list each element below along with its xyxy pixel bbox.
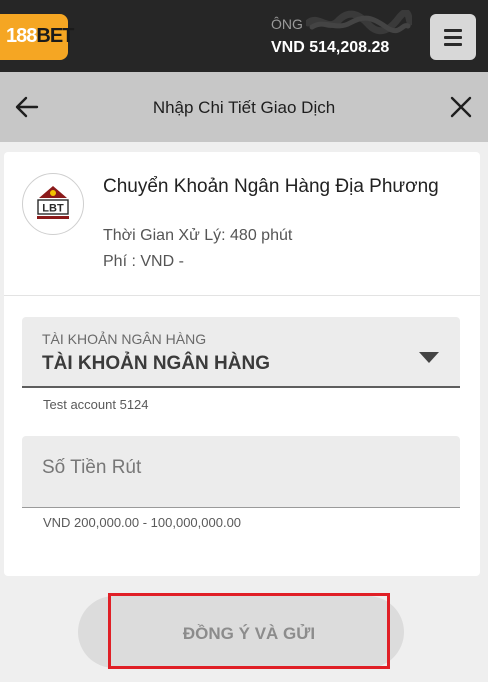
wallet-balance: VND 514,208.28 [271,39,390,56]
withdrawal-card: LBT Chuyển Khoản Ngân Hàng Địa Phương Th… [4,152,480,576]
hamburger-icon [444,29,462,32]
menu-button[interactable] [430,14,476,60]
bank-logo-graphic: LBT [37,186,69,219]
bank-logo-text: LBT [42,203,64,215]
brand-logo[interactable]: 188BET [0,14,74,60]
caret-down-icon[interactable] [418,350,440,364]
close-icon[interactable] [446,92,476,122]
processing-time: Thời Gian Xử Lý: 480 phút [103,227,293,244]
submit-button-label: ĐỒNG Ý VÀ GỬI [182,624,316,643]
bank-account-hint: Test account 5124 [43,397,149,412]
page-title: Nhập Chi Tiết Giao Dịch [152,98,336,117]
redaction-scribble [306,10,412,35]
bank-account-label: TÀI KHOẢN NGÂN HÀNG [42,331,207,347]
logo-number: 188 [6,25,37,47]
top-bar: 188BET ÔNG VND 514,208.28 [0,0,488,72]
submit-button[interactable]: ĐỒNG Ý VÀ GỬI [108,593,390,669]
user-name: ÔNG [271,16,303,32]
divider [4,295,480,296]
amount-range-hint: VND 200,000.00 - 100,000,000.00 [43,515,242,530]
page-header: Nhập Chi Tiết Giao Dịch [0,72,488,142]
method-title: Chuyển Khoản Ngân Hàng Địa Phương [103,176,439,197]
logo-word: BET [36,25,74,47]
amount-input[interactable] [42,454,442,482]
bank-account-value: TÀI KHOẢN NGÂN HÀNG [42,353,270,374]
lbt-bank-icon: LBT [22,173,84,235]
bank-account-select[interactable]: TÀI KHOẢN NGÂN HÀNG TÀI KHOẢN NGÂN HÀNG [22,317,460,388]
amount-field[interactable] [22,436,460,508]
fee-text: Phí : VND - [103,253,184,270]
